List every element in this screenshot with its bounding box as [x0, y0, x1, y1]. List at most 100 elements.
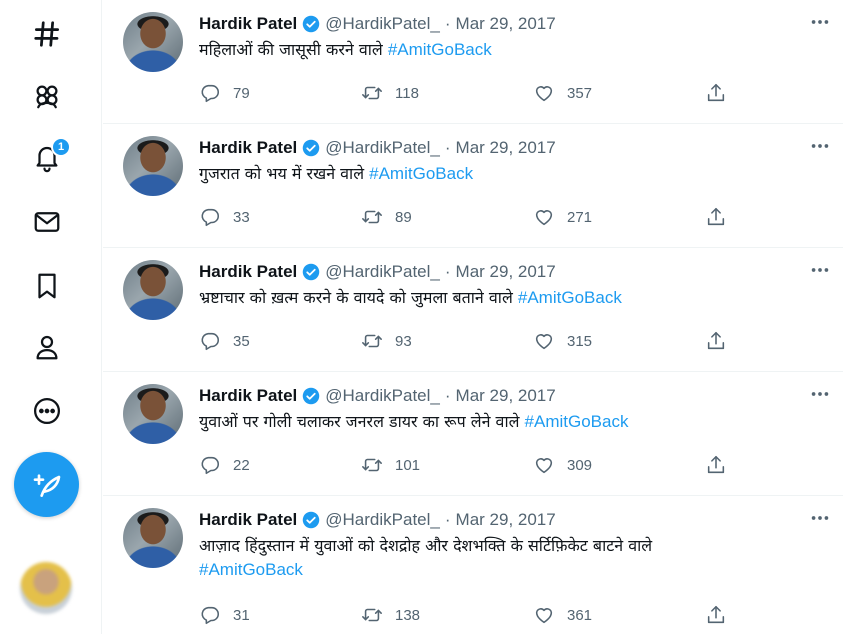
tweet-more-button[interactable] — [807, 260, 833, 280]
retweet-count: 101 — [395, 456, 421, 474]
retweet-button[interactable]: 101 — [361, 452, 420, 478]
heart-icon — [535, 458, 553, 474]
share-button[interactable] — [705, 80, 727, 106]
tweet-more-button[interactable] — [807, 136, 833, 156]
tweet-body: महिलाओं की जासूसी करने वाले — [199, 40, 383, 59]
retweet-count: 138 — [395, 606, 421, 624]
like-button[interactable]: 315 — [533, 328, 592, 354]
share-button[interactable] — [705, 452, 727, 478]
reply-button[interactable]: 33 — [199, 204, 250, 230]
separator: · — [444, 14, 451, 33]
tweet[interactable]: Hardik Patel @HardikPatel_ · Mar 29, 201… — [103, 372, 843, 496]
like-button[interactable]: 309 — [533, 452, 592, 478]
nav-more[interactable] — [25, 389, 69, 433]
reply-count: 79 — [233, 84, 250, 102]
share-icon — [707, 331, 725, 350]
verified-badge-icon — [303, 511, 320, 529]
retweet-count: 118 — [395, 84, 419, 102]
retweet-icon — [362, 334, 382, 348]
reply-button[interactable]: 79 — [199, 80, 250, 106]
author-name[interactable]: Hardik Patel — [199, 386, 297, 406]
reply-count: 22 — [233, 456, 250, 474]
reply-icon — [201, 332, 220, 351]
retweet-button[interactable]: 89 — [361, 204, 412, 230]
author-avatar[interactable] — [123, 136, 183, 196]
account-avatar[interactable] — [20, 562, 72, 614]
tweet-date[interactable]: Mar 29, 2017 — [456, 386, 556, 406]
compose-tweet-button[interactable] — [14, 452, 79, 517]
hashtag-link[interactable]: #AmitGoBack — [388, 40, 492, 59]
profile-icon — [36, 335, 58, 360]
author-avatar[interactable] — [123, 508, 183, 568]
tweet-more-button[interactable] — [807, 12, 833, 32]
author-handle[interactable]: @HardikPatel_ — [325, 138, 440, 158]
author-handle[interactable]: @HardikPatel_ — [325, 14, 440, 34]
hashtag-link[interactable]: #AmitGoBack — [525, 412, 629, 431]
like-count: 309 — [567, 456, 593, 474]
heart-icon — [535, 86, 553, 102]
share-icon — [707, 207, 725, 226]
tweet-actions: 22 101 309 — [193, 452, 753, 478]
share-button[interactable] — [705, 204, 727, 230]
author-name[interactable]: Hardik Patel — [199, 14, 297, 34]
tweet-more-button[interactable] — [807, 384, 833, 404]
nav-messages[interactable] — [25, 200, 69, 244]
retweet-count: 89 — [395, 208, 412, 226]
author-avatar[interactable] — [123, 384, 183, 444]
nav-explore[interactable] — [25, 12, 69, 56]
tweet-date[interactable]: Mar 29, 2017 — [456, 14, 556, 34]
share-icon — [707, 83, 725, 102]
heart-icon — [535, 210, 553, 226]
nav-communities[interactable] — [25, 74, 69, 118]
verified-badge-icon — [303, 15, 320, 33]
hashtag-link[interactable]: #AmitGoBack — [199, 560, 303, 579]
separator: · — [444, 386, 451, 405]
like-button[interactable]: 361 — [533, 602, 592, 628]
hashtag-link[interactable]: #AmitGoBack — [518, 288, 622, 307]
reply-count: 31 — [233, 606, 250, 624]
more-horizontal-icon — [811, 144, 829, 148]
retweet-button[interactable]: 138 — [361, 602, 420, 628]
like-button[interactable]: 357 — [533, 80, 592, 106]
reply-button[interactable]: 31 — [199, 602, 250, 628]
author-handle[interactable]: @HardikPatel_ — [325, 262, 440, 282]
tweet[interactable]: Hardik Patel @HardikPatel_ · Mar 29, 201… — [103, 496, 843, 634]
tweet-text: आज़ाद हिंदुस्तान में युवाओं को देशद्रोह … — [199, 534, 819, 582]
communities-icon — [36, 85, 58, 109]
tweet[interactable]: Hardik Patel @HardikPatel_ · Mar 29, 201… — [103, 0, 843, 124]
tweet-text: गुजरात को भय में रखने वाले #AmitGoBack — [199, 162, 819, 186]
heart-icon — [535, 334, 553, 350]
author-handle[interactable]: @HardikPatel_ — [325, 510, 440, 530]
tweet-header: Hardik Patel @HardikPatel_ · Mar 29, 201… — [199, 260, 556, 284]
tweet[interactable]: Hardik Patel @HardikPatel_ · Mar 29, 201… — [103, 124, 843, 248]
tweet-date[interactable]: Mar 29, 2017 — [456, 262, 556, 282]
author-name[interactable]: Hardik Patel — [199, 510, 297, 530]
tweet[interactable]: Hardik Patel @HardikPatel_ · Mar 29, 201… — [103, 248, 843, 372]
share-button[interactable] — [705, 602, 727, 628]
like-button[interactable]: 271 — [533, 204, 592, 230]
author-avatar[interactable] — [123, 260, 183, 320]
reply-button[interactable]: 35 — [199, 328, 250, 354]
nav-profile[interactable] — [25, 325, 69, 369]
like-count: 315 — [567, 332, 593, 350]
more-horizontal-icon — [811, 268, 829, 272]
author-avatar[interactable] — [123, 12, 183, 72]
tweet-text: भ्रष्टाचार को ख़त्म करने के वायदे को जुम… — [199, 286, 819, 310]
author-name[interactable]: Hardik Patel — [199, 138, 297, 158]
tweet-date[interactable]: Mar 29, 2017 — [456, 510, 556, 530]
reply-button[interactable]: 22 — [199, 452, 250, 478]
tweet-date[interactable]: Mar 29, 2017 — [456, 138, 556, 158]
reply-icon — [201, 84, 220, 103]
author-handle[interactable]: @HardikPatel_ — [325, 386, 440, 406]
nav-bookmarks[interactable] — [25, 264, 69, 308]
author-name[interactable]: Hardik Patel — [199, 262, 297, 282]
hashtag-link[interactable]: #AmitGoBack — [369, 164, 473, 183]
tweet-more-button[interactable] — [807, 508, 833, 528]
tweet-actions: 35 93 315 — [193, 328, 753, 354]
share-button[interactable] — [705, 328, 727, 354]
nav-notifications[interactable]: 1 — [25, 136, 71, 180]
retweet-button[interactable]: 118 — [361, 80, 419, 106]
reply-icon — [201, 208, 220, 227]
retweet-button[interactable]: 93 — [361, 328, 412, 354]
separator: · — [444, 510, 451, 529]
